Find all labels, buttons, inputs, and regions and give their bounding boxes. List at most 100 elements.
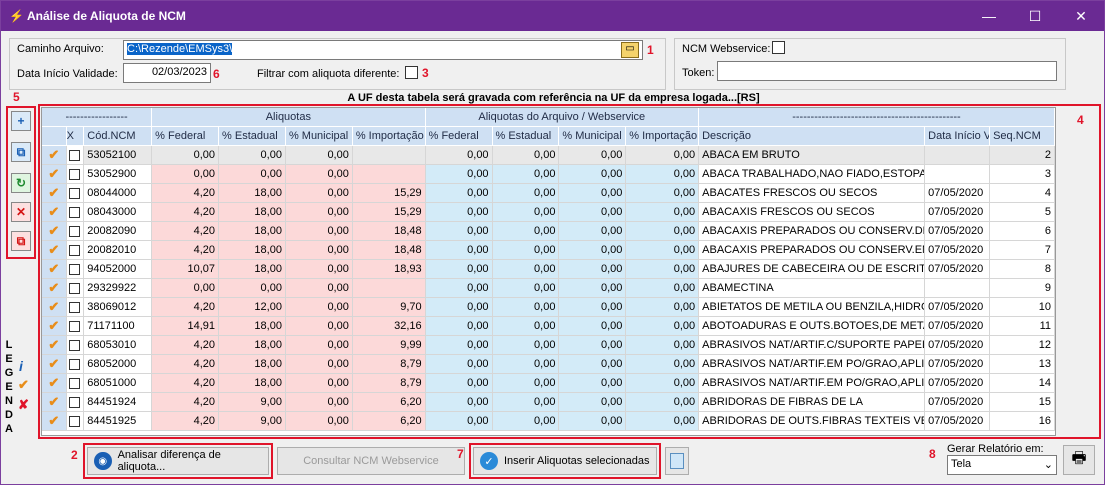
estadual-cell: 18,00 [219, 184, 286, 203]
row-select-cell[interactable] [66, 374, 85, 393]
ncm-grid[interactable]: ----------------- Aliquotas Aliquotas do… [41, 107, 1056, 436]
ws-estadual-cell: 0,00 [492, 241, 560, 260]
refresh-icon[interactable]: ↻ [11, 173, 31, 193]
ws-estadual-cell: 0,00 [492, 260, 560, 279]
table-row[interactable]: ✔ 68051000 4,20 18,00 0,00 8,79 0,00 0,00 0,00 0,… [42, 374, 1055, 393]
ws-municipal-cell: 0,00 [559, 355, 627, 374]
column-header[interactable]: % Municipal [559, 127, 627, 146]
table-row[interactable]: ✔ 08044000 4,20 18,00 0,00 15,29 0,00 0,00 0,00 0… [42, 184, 1055, 203]
row-select-cell[interactable] [66, 412, 85, 431]
row-checkbox[interactable] [69, 263, 81, 275]
row-checkbox[interactable] [69, 206, 81, 218]
ws-federal-cell: 0,00 [425, 317, 493, 336]
column-header[interactable]: % Estadual [492, 127, 560, 146]
column-header[interactable]: % Estadual [219, 127, 286, 146]
folder-open-icon[interactable]: ▭ [621, 42, 639, 58]
row-select-cell[interactable] [66, 355, 85, 374]
ncm-cell: 68051000 [84, 374, 153, 393]
row-checkbox[interactable] [69, 301, 81, 313]
row-status-cell: ✔ [42, 336, 67, 355]
delete-multiple-icon[interactable]: ⧉ [11, 231, 31, 251]
data-inicio-cell: 07/05/2020 [925, 222, 991, 241]
column-header[interactable]: Seq.NCM [990, 127, 1055, 146]
table-row[interactable]: ✔ 53052100 0,00 0,00 0,00 0,00 0,00 0,00 0,00 ABA… [42, 146, 1055, 165]
analisar-button[interactable]: ◉ Analisar diferença de aliquota... [87, 447, 269, 475]
column-header[interactable]: Data Início Va [925, 127, 991, 146]
row-select-cell[interactable] [66, 146, 85, 165]
extra-button[interactable] [665, 447, 689, 475]
row-select-cell[interactable] [66, 336, 85, 355]
table-row[interactable]: ✔ 20082010 4,20 18,00 0,00 18,48 0,00 0,00 0,00 0… [42, 241, 1055, 260]
column-header[interactable]: % Importação [352, 127, 426, 146]
row-select-cell[interactable] [66, 184, 85, 203]
row-checkbox[interactable] [69, 320, 81, 332]
column-header[interactable]: % Importação [626, 127, 700, 146]
row-select-cell[interactable] [66, 241, 85, 260]
column-header[interactable]: % Federal [152, 127, 220, 146]
row-status-cell: ✔ [42, 260, 67, 279]
row-select-cell[interactable] [66, 203, 85, 222]
table-row[interactable]: ✔ 20082090 4,20 18,00 0,00 18,48 0,00 0,00 0,00 0… [42, 222, 1055, 241]
row-select-cell[interactable] [66, 317, 85, 336]
ncm-webservice-checkbox[interactable] [772, 41, 785, 54]
minimize-button[interactable]: — [966, 1, 1012, 31]
table-row[interactable]: ✔ 68053010 4,20 18,00 0,00 9,99 0,00 0,00 0,00 0,… [42, 336, 1055, 355]
ws-estadual-cell: 0,00 [492, 146, 560, 165]
table-row[interactable]: ✔ 38069012 4,20 12,00 0,00 9,70 0,00 0,00 0,00 0,… [42, 298, 1055, 317]
close-button[interactable]: ✕ [1058, 1, 1104, 31]
row-checkbox[interactable] [69, 358, 81, 370]
maximize-button[interactable]: ☐ [1012, 1, 1058, 31]
row-checkbox[interactable] [69, 377, 81, 389]
column-header[interactable]: % Municipal [285, 127, 353, 146]
ws-importacao-cell: 0,00 [626, 336, 700, 355]
row-checkbox[interactable] [69, 282, 81, 294]
row-select-cell[interactable] [66, 298, 85, 317]
row-select-cell[interactable] [66, 222, 85, 241]
row-checkbox[interactable] [69, 149, 81, 161]
table-row[interactable]: ✔ 08043000 4,20 18,00 0,00 15,29 0,00 0,00 0,00 0… [42, 203, 1055, 222]
column-header[interactable]: Cód.NCM [84, 127, 153, 146]
row-select-cell[interactable] [66, 260, 85, 279]
token-input[interactable] [717, 61, 1057, 81]
row-checkbox[interactable] [69, 187, 81, 199]
column-header[interactable] [42, 127, 67, 146]
report-select[interactable]: Tela ⌄ [947, 455, 1057, 475]
table-row[interactable]: ✔ 84451925 4,20 9,00 0,00 6,20 0,00 0,00 0,00 0,0… [42, 412, 1055, 431]
add-icon[interactable]: + [11, 111, 31, 131]
row-select-cell[interactable] [66, 279, 85, 298]
table-row[interactable]: ✔ 71171100 14,91 18,00 0,00 32,16 0,00 0,00 0,00… [42, 317, 1055, 336]
row-checkbox[interactable] [69, 244, 81, 256]
row-checkbox[interactable] [69, 396, 81, 408]
analyze-icon: ◉ [94, 452, 112, 470]
delete-icon[interactable]: ✕ [11, 202, 31, 222]
filtrar-checkbox[interactable] [405, 66, 418, 79]
data-inicio-input[interactable]: 02/03/2023 [123, 63, 211, 83]
table-row[interactable]: ✔ 53052900 0,00 0,00 0,00 0,00 0,00 0,00 0,00 ABA… [42, 165, 1055, 184]
analisar-label: Analisar diferença de aliquota... [117, 449, 221, 473]
table-row[interactable]: ✔ 68052000 4,20 18,00 0,00 8,79 0,00 0,00 0,00 0,… [42, 355, 1055, 374]
check-icon: ✔ [48, 166, 60, 181]
row-checkbox[interactable] [69, 415, 81, 427]
column-header[interactable]: % Federal [425, 127, 493, 146]
add-multiple-icon[interactable]: ⧉ [11, 142, 31, 162]
row-select-cell[interactable] [66, 165, 85, 184]
table-row[interactable]: ✔ 94052000 10,07 18,00 0,00 18,93 0,00 0,00 0,00… [42, 260, 1055, 279]
table-row[interactable]: ✔ 29329922 0,00 0,00 0,00 0,00 0,00 0,00 0,00 ABA… [42, 279, 1055, 298]
caminho-input[interactable]: C:\Rezende\EMSys3\ [123, 40, 643, 60]
grid-body: ✔ 53052100 0,00 0,00 0,00 0,00 0,00 0,00 0,00 ABA… [42, 146, 1055, 431]
row-checkbox[interactable] [69, 339, 81, 351]
column-header[interactable]: X [66, 127, 85, 146]
ncm-webservice-label: NCM Webservice: [682, 43, 771, 55]
inserir-button[interactable]: ✓ Inserir Aliquotas selecionadas [473, 447, 657, 475]
consultar-webservice-button[interactable]: Consultar NCM Webservice [277, 447, 465, 475]
column-header[interactable]: Descrição [699, 127, 926, 146]
table-row[interactable]: ✔ 84451924 4,20 9,00 0,00 6,20 0,00 0,00 0,00 0,0… [42, 393, 1055, 412]
row-select-cell[interactable] [66, 393, 85, 412]
estadual-cell: 18,00 [219, 374, 286, 393]
ncm-cell: 53052900 [84, 165, 153, 184]
row-checkbox[interactable] [69, 168, 81, 180]
printer-icon[interactable]: 🖶 [1063, 445, 1095, 475]
row-checkbox[interactable] [69, 225, 81, 237]
row-status-cell: ✔ [42, 374, 67, 393]
ws-estadual-cell: 0,00 [492, 393, 560, 412]
